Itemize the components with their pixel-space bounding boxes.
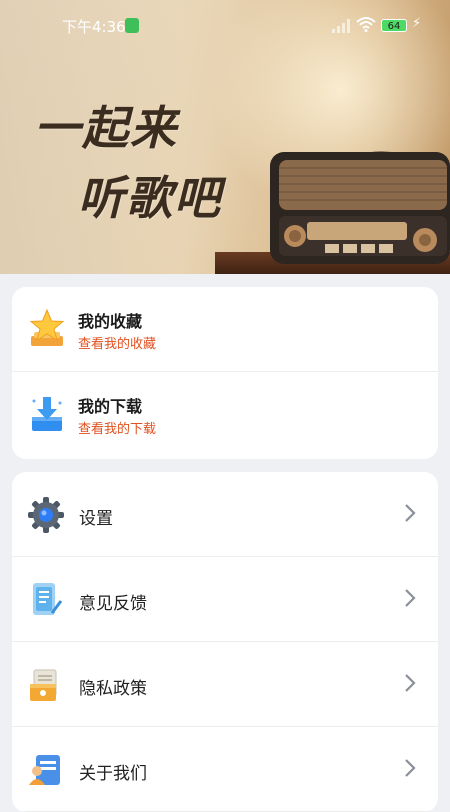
menu-item-label: 关于我们 [79,764,147,784]
downloads-row[interactable]: 我的下载 查看我的下载 [12,372,438,457]
menu-item-label: 设置 [79,509,113,529]
notification-icon [125,18,139,33]
signal-icon [332,19,350,33]
downloads-subtitle: 查看我的下载 [78,422,157,437]
hero-banner: 一起来 听歌吧 下午4:36 64 ⚡ [0,0,450,274]
privacy-icon [30,669,57,701]
menu-item-privacy[interactable]: 隐私政策 [12,642,438,727]
favorites-title: 我的收藏 [78,312,143,331]
wifi-icon [356,17,376,32]
status-time: 下午4:36 [62,18,126,36]
star-icon [29,308,65,346]
menu-item-label: 隐私政策 [79,679,147,699]
chevron-right-icon [405,674,416,692]
about-icon [29,755,60,785]
menu-item-label: 意见反馈 [79,594,147,614]
chevron-right-icon [405,504,416,522]
downloads-title: 我的下载 [78,397,143,416]
charging-icon: ⚡ [412,16,422,31]
radio-headphones-illustration [270,151,450,264]
status-bar: 下午4:36 64 ⚡ [0,10,450,42]
menu-item-settings[interactable]: 设置 [12,472,438,557]
shortcuts-card: 我的收藏 查看我的收藏 我的下载 查看我的下载 [12,287,438,459]
hero-title-line2: 听歌吧 [78,171,222,225]
favorites-subtitle: 查看我的收藏 [78,337,157,352]
battery-icon: 64 [381,19,407,32]
gear-icon [28,497,64,533]
chevron-right-icon [405,759,416,777]
download-icon [32,397,62,431]
menu-item-about[interactable]: 关于我们 [12,727,438,812]
menu-card: 设置 意见反馈 隐私政策 关于我们 [12,472,438,812]
chevron-right-icon [405,589,416,607]
menu-item-feedback[interactable]: 意见反馈 [12,557,438,642]
hero-title-line1: 一起来 [34,101,178,155]
feedback-icon [33,583,63,615]
favorites-row[interactable]: 我的收藏 查看我的收藏 [12,287,438,372]
